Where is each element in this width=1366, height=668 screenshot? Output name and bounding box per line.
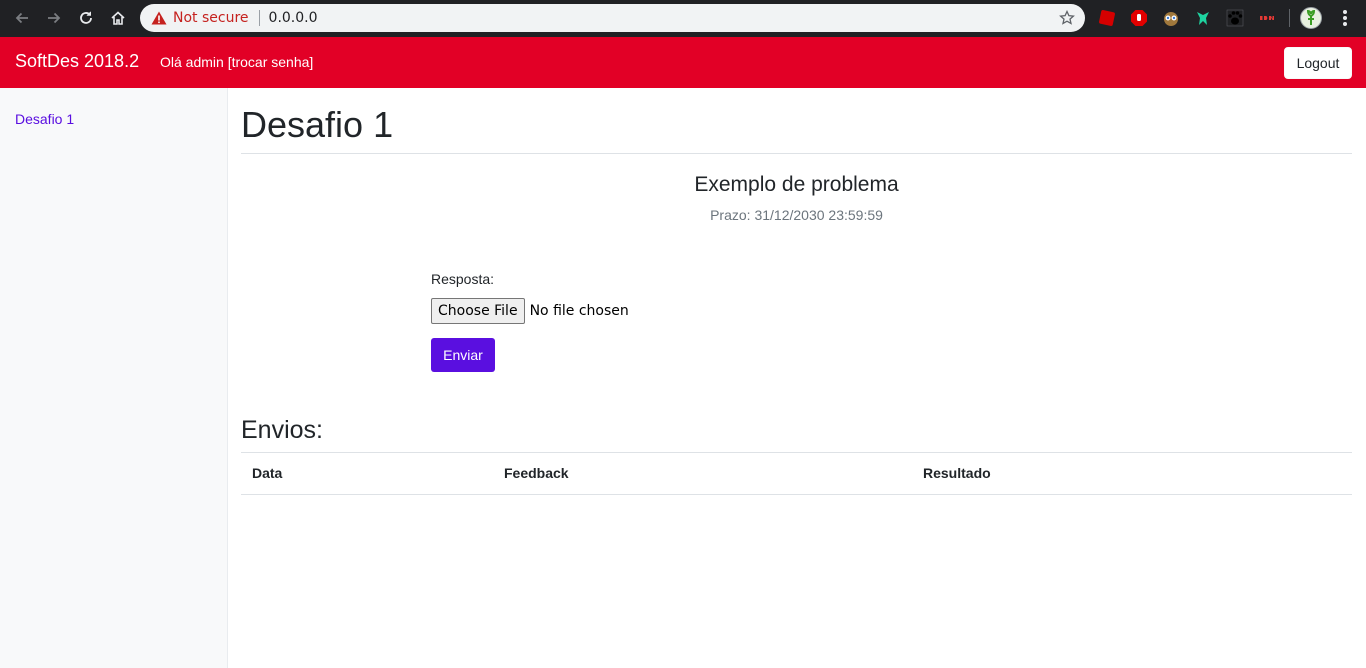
page-title: Desafio 1 <box>241 104 394 145</box>
submit-button[interactable]: Enviar <box>431 338 495 372</box>
home-icon[interactable] <box>106 6 130 30</box>
deadline-text: Prazo: 31/12/2030 23:59:59 <box>710 207 883 223</box>
submissions-title: Envios: <box>241 416 323 444</box>
paw-icon[interactable] <box>1226 9 1244 27</box>
problem-title: Exemplo de problema <box>694 173 899 196</box>
reload-icon[interactable] <box>74 6 98 30</box>
bookmark-star-icon[interactable] <box>1059 9 1075 31</box>
brand-title[interactable]: SoftDes 2018.2 <box>15 51 139 72</box>
menu-icon[interactable] <box>1338 9 1352 27</box>
url-text[interactable]: 0.0.0.0 <box>269 10 318 26</box>
main-content: Desafio 1 Exemplo de problema Prazo: 31/… <box>241 88 1352 668</box>
owl-icon[interactable] <box>1162 9 1180 27</box>
bird-icon[interactable] <box>1194 9 1212 27</box>
table-header: Data Feedback Resultado <box>241 452 1352 495</box>
sidebar: Desafio 1 <box>0 88 228 668</box>
app-navbar: SoftDes 2018.2 Olá admin [trocar senha] … <box>0 37 1366 88</box>
column-header-data: Data <box>252 465 283 481</box>
address-bar[interactable]: Not secure 0.0.0.0 <box>140 4 1085 32</box>
file-input[interactable]: Choose File No file chosen <box>431 298 629 324</box>
sidebar-item-desafio-1[interactable]: Desafio 1 <box>15 111 74 127</box>
choose-file-button[interactable]: Choose File <box>431 298 525 324</box>
browser-toolbar: Not secure 0.0.0.0 <box>0 0 1366 37</box>
column-header-feedback: Feedback <box>504 465 569 481</box>
back-icon[interactable] <box>10 6 34 30</box>
profile-avatar[interactable] <box>1300 7 1322 29</box>
adblock-icon[interactable] <box>1130 9 1148 27</box>
answer-label: Resposta: <box>431 271 495 287</box>
forward-icon[interactable] <box>42 6 66 30</box>
security-status[interactable]: Not secure <box>173 10 249 26</box>
logout-button[interactable]: Logout <box>1284 47 1352 79</box>
warning-icon[interactable] <box>151 10 167 26</box>
column-header-resultado: Resultado <box>923 465 991 481</box>
toolbar-separator <box>1289 9 1290 27</box>
answer-form: Resposta: Choose File No file chosen Env… <box>431 271 629 372</box>
vpn-icon[interactable] <box>1258 9 1276 27</box>
omnibox-separator <box>258 10 260 26</box>
user-greeting-link[interactable]: Olá admin [trocar senha] <box>160 54 313 70</box>
extension-red-icon[interactable] <box>1098 9 1116 27</box>
title-divider <box>241 153 1352 154</box>
submissions-table: Data Feedback Resultado <box>241 452 1352 495</box>
file-status-text: No file chosen <box>529 303 629 319</box>
